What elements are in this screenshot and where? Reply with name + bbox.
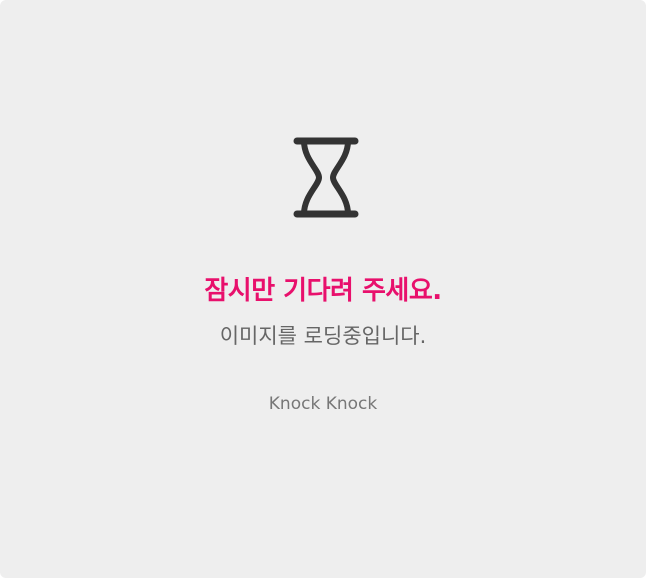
- footer-text: Knock Knock: [268, 394, 378, 414]
- loading-message: 이미지를 로딩중입니다.: [219, 324, 427, 348]
- loading-title: 잠시만 기다려 주세요.: [204, 276, 442, 306]
- hourglass-icon: [293, 137, 359, 219]
- loading-panel: 잠시만 기다려 주세요. 이미지를 로딩중입니다. Knock Knock: [0, 0, 646, 578]
